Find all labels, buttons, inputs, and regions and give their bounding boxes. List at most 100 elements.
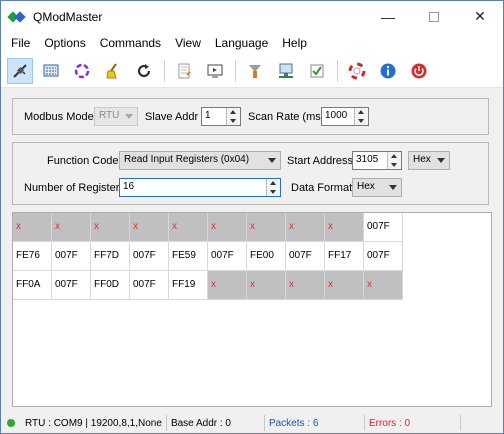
maximize-icon [429, 11, 439, 22]
request-panel: Function Code Read Input Registers (0x04… [12, 142, 489, 205]
menu-file[interactable]: File [4, 36, 37, 50]
register-cell[interactable]: FF0D [91, 271, 130, 300]
toolbar-separator [164, 59, 165, 82]
register-cell[interactable]: 007F [130, 242, 169, 271]
menu-help[interactable]: Help [275, 36, 314, 50]
start-address-format-select[interactable]: Hex [408, 151, 450, 170]
status-bar: RTU : COM9 | 19200,8,1,None Base Addr : … [1, 413, 503, 433]
modbus-settings-icon [279, 63, 293, 78]
reset-icon [137, 63, 151, 77]
about-icon [380, 63, 396, 78]
menu-commands[interactable]: Commands [93, 36, 168, 50]
window-title: QModMaster [33, 9, 103, 24]
register-cell[interactable]: FF7D [91, 242, 130, 271]
spin-arrows-icon[interactable] [226, 108, 240, 125]
slave-addr-label: Slave Addr [145, 111, 199, 123]
scan-button[interactable] [69, 58, 95, 84]
checklist-button[interactable] [304, 58, 330, 84]
toolbar-separator [337, 59, 338, 82]
chevron-down-icon [437, 158, 445, 163]
errors-status: Errors : 0 [365, 415, 461, 431]
slave-addr-spinbox[interactable]: 1 [201, 107, 241, 126]
register-cell[interactable]: x [91, 213, 130, 242]
start-address-value: 3105 [356, 154, 379, 165]
clear-icon [106, 62, 117, 78]
register-cell[interactable]: FE76 [13, 242, 52, 271]
bus-monitor-icon [43, 64, 59, 76]
menu-language[interactable]: Language [208, 36, 275, 50]
clear-button[interactable] [100, 58, 126, 84]
exit-button[interactable] [406, 58, 432, 84]
tools-icon [249, 64, 261, 78]
register-cell[interactable]: x [169, 213, 208, 242]
register-cell[interactable]: 007F [52, 271, 91, 300]
register-cell[interactable]: x [13, 213, 52, 242]
menu-view[interactable]: View [168, 36, 208, 50]
scan-rate-value: 1000 [325, 110, 348, 121]
spin-arrows-icon[interactable] [387, 152, 401, 169]
menu-options[interactable]: Options [37, 36, 92, 50]
register-cell[interactable]: 007F [286, 242, 325, 271]
modbus-settings-button[interactable] [273, 58, 299, 84]
maximize-button[interactable] [411, 1, 457, 32]
register-cell[interactable]: x [208, 213, 247, 242]
register-cell[interactable]: x [52, 213, 91, 242]
screen-icon [207, 64, 223, 77]
connection-status: RTU : COM9 | 19200,8,1,None [21, 415, 167, 431]
register-cell[interactable]: FF0A [13, 271, 52, 300]
register-cell[interactable]: x [247, 271, 286, 300]
register-cell[interactable]: 007F [52, 242, 91, 271]
main-window: QModMaster — ✕ File Options Commands Vie… [0, 0, 504, 434]
register-cell[interactable]: x [208, 271, 247, 300]
connect-button[interactable] [7, 57, 33, 84]
spin-arrows-icon[interactable] [354, 108, 368, 125]
register-cell[interactable]: FE00 [247, 242, 286, 271]
function-code-label: Function Code [47, 155, 119, 167]
close-button[interactable]: ✕ [457, 1, 503, 32]
register-cell[interactable]: x [325, 213, 364, 242]
start-address-label: Start Address [287, 155, 354, 167]
register-cell[interactable]: x [286, 213, 325, 242]
bus-monitor-button[interactable] [38, 58, 64, 84]
register-cell[interactable]: x [130, 213, 169, 242]
register-cell[interactable]: 007F [364, 213, 403, 242]
about-button[interactable] [375, 58, 401, 84]
start-address-spinbox[interactable]: 3105 [352, 151, 402, 170]
function-code-select[interactable]: Read Input Registers (0x04) [119, 151, 281, 170]
exit-icon [411, 63, 427, 78]
num-registers-value: 16 [123, 181, 135, 192]
app-logo-icon [7, 9, 26, 25]
title-bar: QModMaster — ✕ [1, 1, 503, 32]
data-format-select[interactable]: Hex [352, 178, 402, 197]
register-cell[interactable]: x [247, 213, 286, 242]
scan-rate-spinbox[interactable]: 1000 [321, 107, 369, 126]
modbus-mode-label: Modbus Mode [24, 111, 94, 123]
num-registers-label: Number of Registers [24, 182, 125, 194]
register-cell[interactable]: FF19 [169, 271, 208, 300]
modbus-mode-value: RTU [99, 110, 120, 121]
register-cell[interactable]: 007F [208, 242, 247, 271]
register-cell[interactable]: x [325, 271, 364, 300]
num-registers-spinbox[interactable]: 16 [119, 178, 281, 197]
toolbar [1, 54, 503, 88]
start-address-format-value: Hex [413, 154, 431, 165]
screen-button[interactable] [202, 58, 228, 84]
log-icon [178, 63, 191, 78]
tools-button[interactable] [242, 58, 268, 84]
minimize-button[interactable]: — [365, 1, 411, 32]
spin-arrows-icon[interactable] [266, 179, 280, 196]
register-cell[interactable]: FF17 [325, 242, 364, 271]
scan-rate-label: Scan Rate (ms) [248, 111, 325, 123]
packets-status: Packets : 6 [265, 415, 365, 431]
register-cell[interactable]: x [286, 271, 325, 300]
register-grid-area[interactable]: x x x x x x x x x 007F FE76 007F FF7D 007F FE59 007F FE0… [12, 212, 492, 407]
log-button[interactable] [171, 58, 197, 84]
register-cell[interactable]: FE59 [169, 242, 208, 271]
help-button[interactable] [344, 58, 370, 84]
register-cell[interactable]: x [364, 271, 403, 300]
checklist-icon [310, 64, 324, 77]
register-cell[interactable]: 007F [364, 242, 403, 271]
reset-button[interactable] [131, 58, 157, 84]
register-grid: x x x x x x x x x 007F FE76 007F FF7D 007F FE59 007F FE0… [13, 213, 491, 300]
register-cell[interactable]: 007F [130, 271, 169, 300]
